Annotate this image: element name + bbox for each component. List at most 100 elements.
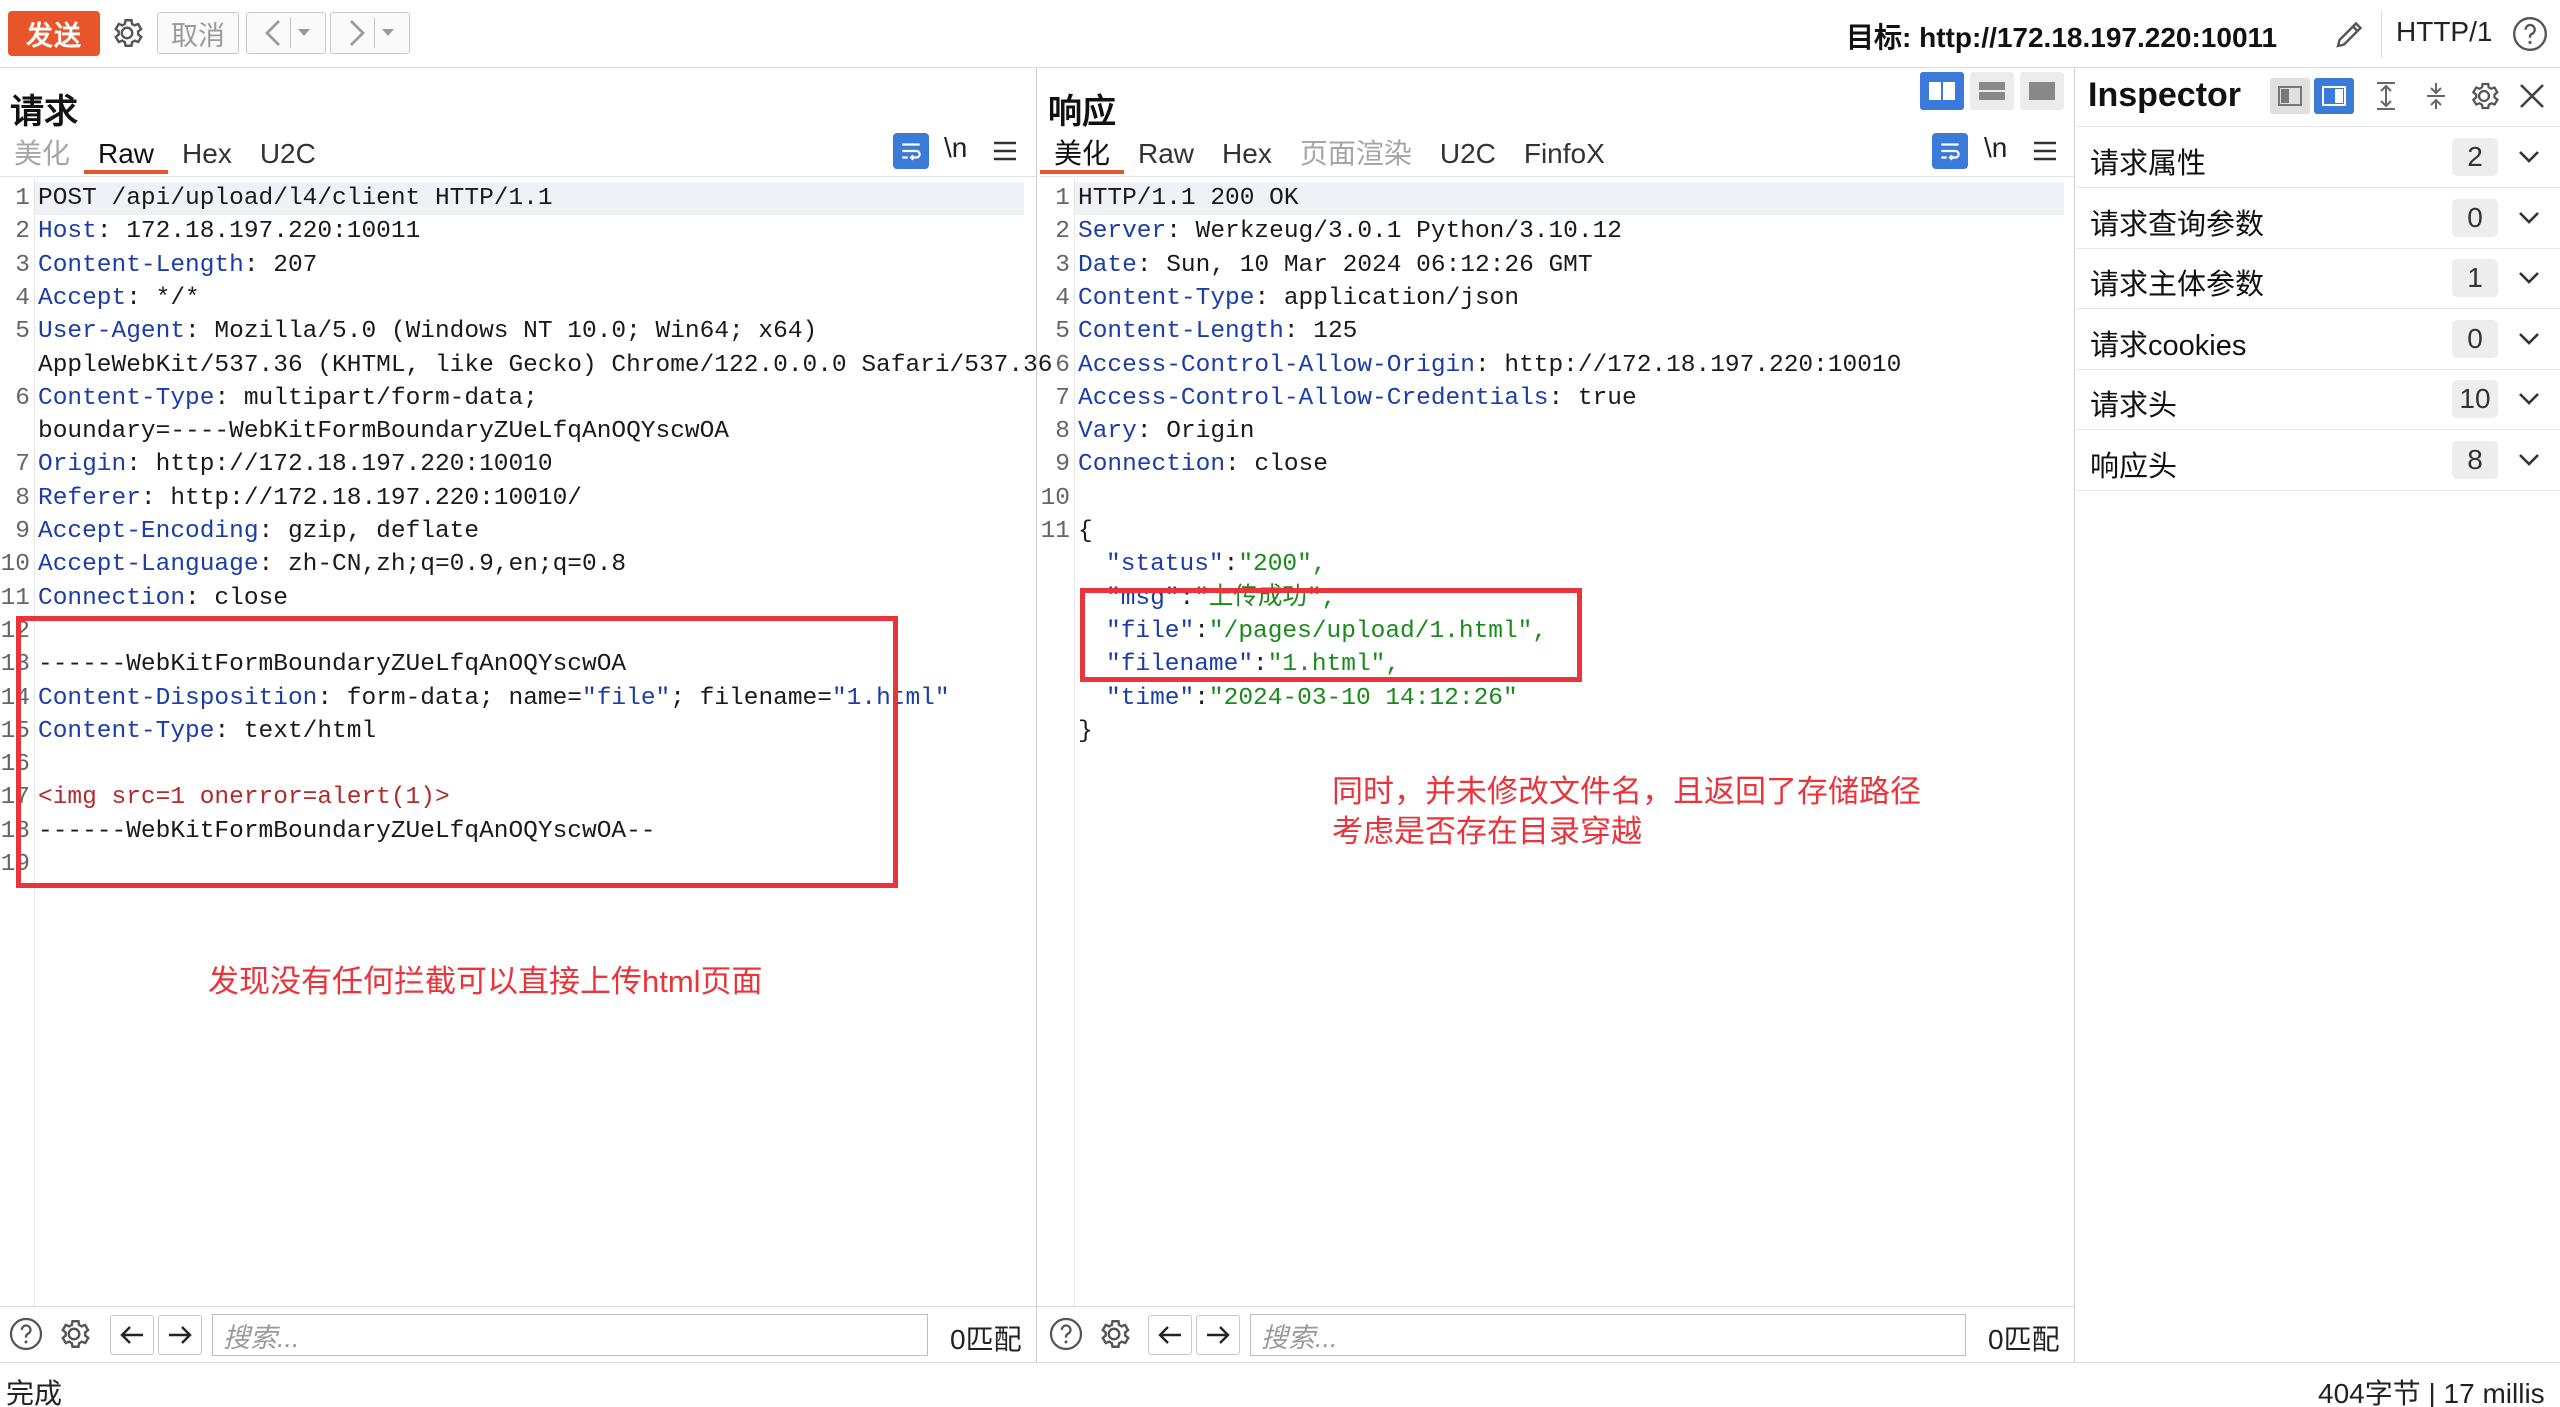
line-number: 5 bbox=[1055, 318, 1070, 346]
status-text: 完成 bbox=[6, 1378, 63, 1407]
header-value: boundary=----WebKitFormBoundaryZUeLfqAnO… bbox=[38, 418, 730, 446]
chevron-down-icon[interactable] bbox=[2516, 447, 2542, 473]
header-value: HTTP/1.1 200 OK bbox=[1078, 185, 1299, 212]
header-value: : close bbox=[1225, 451, 1328, 479]
tab-request-pretty[interactable]: 美化 bbox=[0, 134, 84, 174]
expand-all-icon[interactable] bbox=[2368, 78, 2404, 114]
line-number: 7 bbox=[1055, 384, 1070, 412]
gear-icon[interactable] bbox=[54, 1314, 94, 1354]
chevron-down-icon[interactable] bbox=[2516, 386, 2542, 412]
search-next-button[interactable] bbox=[158, 1315, 202, 1355]
header-value: : 125 bbox=[1283, 318, 1358, 346]
request-match-count: 0匹配 bbox=[950, 1324, 1022, 1355]
wrap-lines-icon[interactable] bbox=[893, 133, 929, 169]
response-editor[interactable]: 1 HTTP/1.1 200 OK 2 Server: Werkzeug/3.0.1 … bbox=[1040, 178, 2070, 1308]
inspector-row-count: 1 bbox=[2452, 259, 2498, 297]
line-number: 10 bbox=[1040, 484, 1070, 512]
search-prev-button[interactable] bbox=[1148, 1315, 1192, 1355]
tab-request-hex[interactable]: Hex bbox=[168, 134, 246, 174]
tab-request-u2c[interactable]: U2C bbox=[246, 134, 330, 174]
code-line: Vary: Origin bbox=[1078, 415, 1254, 448]
wrap-lines-icon[interactable] bbox=[1932, 133, 1968, 169]
code-line: Access-Control-Allow-Credentials: true bbox=[1078, 382, 1637, 415]
json-key: "time" bbox=[1106, 684, 1195, 712]
header-value: : Mozilla/5.0 (Windows NT 10.0; Win64; x… bbox=[185, 318, 818, 346]
newline-toggle[interactable]: \n bbox=[944, 132, 967, 164]
header-value: : zh-CN,zh;q=0.9,en;q=0.8 bbox=[258, 551, 627, 579]
tab-response-render[interactable]: 页面渲染 bbox=[1286, 134, 1426, 174]
pencil-icon[interactable] bbox=[2328, 12, 2372, 56]
line-number: 6 bbox=[1055, 351, 1070, 379]
cancel-button[interactable]: 取消 bbox=[157, 12, 239, 54]
split-vertical-icon[interactable] bbox=[1970, 72, 2014, 110]
line-number: 3 bbox=[1055, 251, 1070, 279]
gear-icon[interactable] bbox=[2466, 78, 2502, 114]
help-icon[interactable] bbox=[2508, 12, 2552, 56]
request-search-input[interactable]: 搜索... bbox=[212, 1314, 928, 1356]
code-line: Host: 172.18.197.220:10011 bbox=[38, 215, 420, 248]
split-horizontal-icon[interactable] bbox=[1920, 72, 1964, 110]
help-icon[interactable] bbox=[1046, 1314, 1086, 1354]
inspector-row[interactable]: 请求头 10 bbox=[2076, 370, 2560, 430]
inspector-row-count: 2 bbox=[2452, 138, 2498, 176]
tab-response-pretty[interactable]: 美化 bbox=[1040, 134, 1125, 174]
chevron-right-icon bbox=[346, 18, 368, 48]
json-key: "status" bbox=[1106, 551, 1224, 579]
chevron-down-icon[interactable] bbox=[2516, 205, 2542, 231]
code-line: AppleWebKit/537.36 (KHTML, like Gecko) C… bbox=[38, 349, 1052, 382]
close-icon[interactable] bbox=[2514, 78, 2550, 114]
chevron-down-icon[interactable] bbox=[297, 28, 311, 38]
help-icon[interactable] bbox=[6, 1314, 46, 1354]
chevron-down-icon[interactable] bbox=[2516, 265, 2542, 291]
back-button[interactable] bbox=[246, 12, 326, 54]
search-next-button[interactable] bbox=[1196, 1315, 1240, 1355]
code-line: Content-Length: 207 bbox=[38, 249, 317, 282]
json-colon: : bbox=[1223, 551, 1239, 579]
panel-left-icon[interactable] bbox=[2270, 78, 2310, 114]
line-number: 4 bbox=[1055, 284, 1070, 312]
response-pane-title: 响应 bbox=[1048, 93, 1116, 131]
code-line: User-Agent: Mozilla/5.0 (Windows NT 10.0… bbox=[38, 315, 817, 348]
header-name: Connection bbox=[38, 584, 186, 612]
gear-icon[interactable] bbox=[106, 12, 148, 54]
response-annotation-line1: 同时，并未修改文件名，且返回了存储路径 bbox=[1332, 774, 1921, 809]
inspector-row[interactable]: 请求查询参数 0 bbox=[2076, 189, 2560, 249]
inspector-row[interactable]: 请求cookies 0 bbox=[2076, 310, 2560, 370]
line-number: 5 bbox=[15, 318, 30, 346]
inspector-row[interactable]: 请求主体参数 1 bbox=[2076, 249, 2560, 309]
send-button[interactable]: 发送 bbox=[8, 11, 100, 56]
panel-right-icon[interactable] bbox=[2314, 78, 2354, 114]
menu-icon[interactable] bbox=[2030, 136, 2060, 166]
tab-request-raw[interactable]: Raw bbox=[84, 134, 169, 174]
code-line: Date: Sun, 10 Mar 2024 06:12:26 GMT bbox=[1078, 249, 1593, 282]
code-line: Accept: */* bbox=[38, 282, 200, 315]
line-number: 8 bbox=[15, 484, 30, 512]
line-number: 6 bbox=[15, 384, 30, 412]
inspector-row[interactable]: 响应头 8 bbox=[2076, 431, 2560, 491]
header-value: : gzip, deflate bbox=[258, 518, 480, 545]
code-line: Content-Type: multipart/form-data; bbox=[38, 382, 538, 415]
tab-response-finfox[interactable]: FinfoX bbox=[1510, 134, 1619, 174]
inspector-row-count: 10 bbox=[2452, 380, 2498, 418]
menu-icon[interactable] bbox=[990, 136, 1020, 166]
header-name: Vary bbox=[1078, 418, 1137, 446]
chevron-down-icon[interactable] bbox=[381, 28, 395, 38]
inspector-row-label: 请求主体参数 bbox=[2090, 269, 2265, 301]
tab-response-raw[interactable]: Raw bbox=[1124, 134, 1208, 174]
chevron-down-icon[interactable] bbox=[2516, 326, 2542, 352]
single-view-icon[interactable] bbox=[2020, 72, 2064, 110]
collapse-all-icon[interactable] bbox=[2418, 78, 2454, 114]
code-line: Access-Control-Allow-Origin: http://172.… bbox=[1078, 349, 1901, 382]
tab-response-u2c[interactable]: U2C bbox=[1426, 134, 1510, 174]
header-name: Host bbox=[38, 218, 97, 246]
protocol-label[interactable]: HTTP/1 bbox=[2396, 16, 2492, 48]
gear-icon[interactable] bbox=[1094, 1314, 1134, 1354]
forward-button[interactable] bbox=[330, 12, 410, 54]
chevron-down-icon[interactable] bbox=[2516, 144, 2542, 170]
response-search-input[interactable]: 搜索... bbox=[1250, 1314, 1966, 1356]
tab-response-hex[interactable]: Hex bbox=[1208, 134, 1286, 174]
newline-toggle[interactable]: \n bbox=[1984, 132, 2007, 164]
code-line: Content-Type: application/json bbox=[1078, 282, 1519, 315]
inspector-row[interactable]: 请求属性 2 bbox=[2076, 128, 2560, 188]
search-prev-button[interactable] bbox=[110, 1315, 154, 1355]
